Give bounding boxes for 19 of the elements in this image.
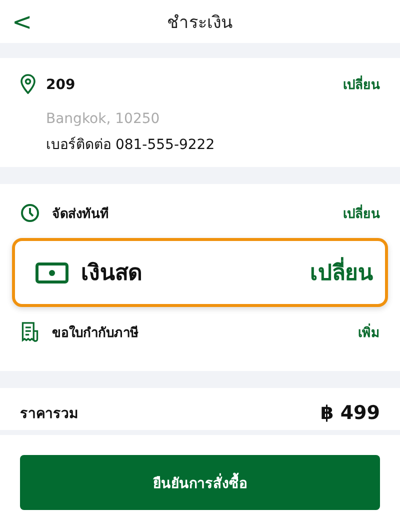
cash-icon — [35, 262, 69, 284]
phone-number: เบอร์ติดต่อ 081-555-9222 — [46, 136, 216, 155]
change-link[interactable]: เปลี่ยน — [343, 74, 380, 95]
option-label: เงินสด — [81, 260, 143, 288]
option-action-link[interactable]: เพิ่ม — [358, 322, 380, 342]
total-label: ราคารวม — [20, 405, 78, 424]
option-label: จัดส่งทันที — [52, 206, 110, 224]
page-title: ชำระเงิน — [167, 12, 233, 35]
address-line: Bangkok, 10250 — [46, 111, 161, 127]
total-amount: ฿ 499 — [320, 402, 380, 424]
location-pin-icon — [20, 74, 36, 94]
receipt-icon — [20, 322, 40, 342]
option-label: ขอใบกำกับภาษี — [52, 324, 140, 342]
confirm-order-button[interactable]: ยืนยันการสั่งซื้อ — [20, 455, 380, 510]
clock-icon — [20, 203, 40, 223]
option-action-link[interactable]: เปลี่ยน — [343, 202, 380, 224]
address-name: 209 — [46, 76, 76, 92]
option-action-link[interactable]: เปลี่ยน — [310, 255, 373, 290]
back-button[interactable]: < — [6, 6, 38, 38]
